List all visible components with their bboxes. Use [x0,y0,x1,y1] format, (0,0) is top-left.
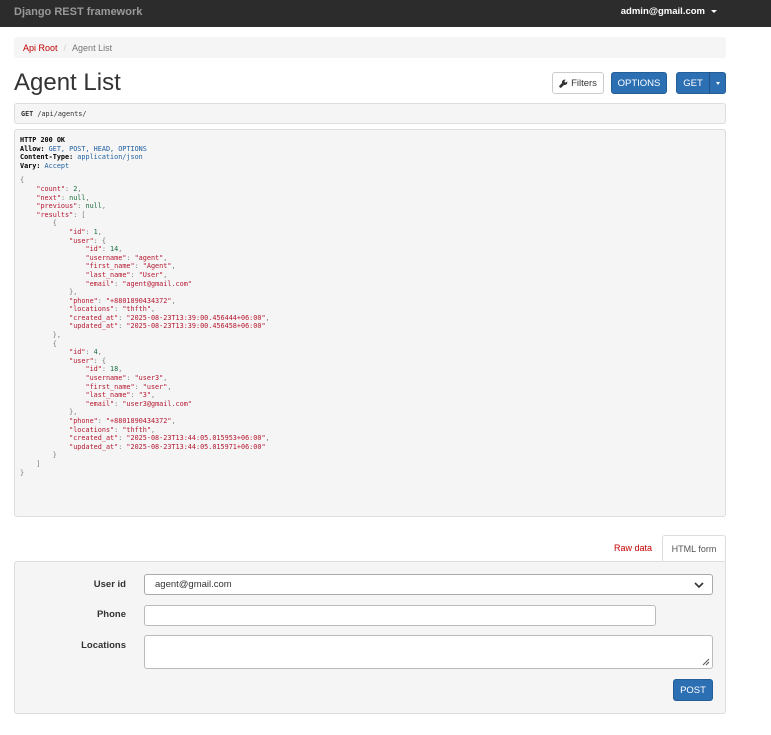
tab-html-form[interactable]: HTML form [662,535,726,562]
get-button[interactable]: GET [676,72,710,94]
wrench-icon [559,79,568,88]
breadcrumb-current: Agent List [72,42,113,53]
post-button[interactable]: POST [673,679,713,701]
response-header-value: Accept [40,161,70,170]
request-method: GET [21,110,34,118]
phone-input[interactable] [144,605,656,626]
navbar: Django REST framework admin@gmail.com [0,0,771,27]
user-menu[interactable]: admin@gmail.com [621,6,717,17]
locations-textarea[interactable] [144,635,713,669]
tab-raw-data[interactable]: Raw data [606,535,660,561]
request-path: /api/agents/ [37,110,87,118]
phone-label: Phone [96,609,126,620]
breadcrumb: Api Root / Agent List [14,37,726,58]
get-dropdown-toggle[interactable] [709,72,726,94]
user-id-label: User id [93,579,126,590]
locations-label: Locations [81,640,126,651]
response-header-row: Content-Type: application/json [20,153,720,162]
user-id-select[interactable]: agent@gmail.com [144,574,713,595]
caret-down-icon [715,81,720,85]
response-status: HTTP 200 OK [20,136,66,144]
response-content: HTTP 200 OK Allow: GET, POST, HEAD, OPTI… [14,129,726,517]
response-header-row: Allow: GET, POST, HEAD, OPTIONS [20,145,720,154]
response-header-value: GET, POST, HEAD, OPTIONS [44,144,147,153]
navbar-brand[interactable]: Django REST framework [14,6,142,18]
caret-down-icon [711,10,717,13]
response-body: { "count": 2, "next": null, "previous": … [20,176,270,477]
user-id-selected: agent@gmail.com [155,579,232,590]
options-button[interactable]: OPTIONS [611,72,667,94]
page-title: Agent List [14,69,121,96]
response-header-key: Content-Type: [20,153,74,162]
filters-button-label: Filters [571,77,597,89]
response-header-key: Allow: [20,144,45,153]
response-header-key: Vary: [20,161,41,170]
chevron-down-icon [694,582,704,589]
response-header-row: Vary: Accept [20,162,720,171]
breadcrumb-api-root[interactable]: Api Root [23,43,58,53]
response-header-value: application/json [73,153,143,162]
user-menu-label: admin@gmail.com [620,6,705,17]
breadcrumb-separator: / [63,42,67,53]
response-headers: Allow: GET, POST, HEAD, OPTIONS Content-T… [20,145,720,171]
resize-grip-icon[interactable] [702,658,710,666]
filters-button[interactable]: Filters [552,72,604,94]
request-info: GET /api/agents/ [14,103,726,124]
